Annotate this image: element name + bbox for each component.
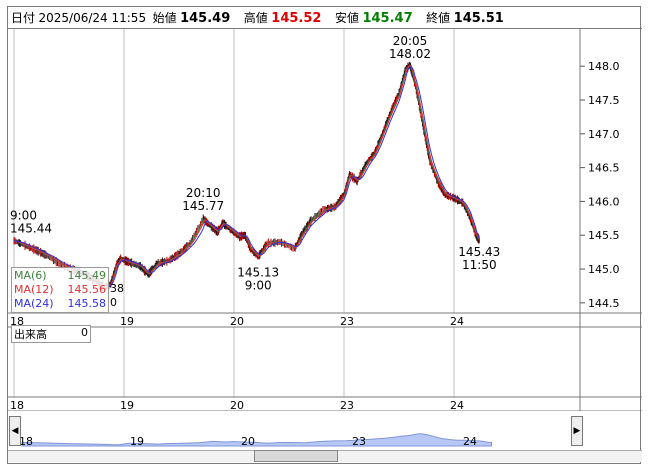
navigator-tick-label: 19 bbox=[130, 435, 144, 448]
navigator-overview[interactable]: 18 19 20 23 24 bbox=[8, 410, 642, 450]
navigator-tick-label: 20 bbox=[241, 435, 255, 448]
y-tick-label: 145.0 bbox=[588, 263, 620, 276]
navigator-tick-label: 24 bbox=[463, 435, 477, 448]
close-value: 145.51 bbox=[453, 11, 504, 26]
y-tick-label: 146.5 bbox=[588, 162, 620, 175]
volume-label: 出来高 bbox=[14, 328, 47, 341]
legend-label: MA(24) bbox=[14, 297, 54, 310]
y-tick-label: 145.5 bbox=[588, 229, 620, 242]
annotation-value: 145.44 bbox=[10, 221, 52, 235]
chart-frame: 日付 2025/06/24 11:55 始値 145.49 高値 145.52 … bbox=[7, 6, 642, 464]
ma-legend: MA(6) 145.49 MA(12) 145.56 MA(24) 145.58 bbox=[11, 267, 109, 313]
y-tick-label: 147.0 bbox=[588, 128, 620, 141]
annotation-time: 20:05 bbox=[393, 34, 428, 48]
date-label: 日付 bbox=[11, 11, 36, 25]
annotation-value: 148.02 bbox=[389, 47, 431, 61]
annotation-value: 145.77 bbox=[182, 199, 224, 213]
navigator-tick-label: 18 bbox=[19, 435, 33, 448]
x-tick-label: 20 bbox=[230, 315, 244, 328]
legend-row-ma12: MA(12) 145.56 bbox=[14, 283, 106, 297]
scrollbar-thumb[interactable] bbox=[254, 450, 338, 462]
scroll-left-button[interactable]: ◀ bbox=[9, 416, 21, 446]
scroll-right-button[interactable]: ▶ bbox=[571, 416, 583, 446]
high-label: 高値 bbox=[243, 11, 268, 25]
ohlc-header: 日付 2025/06/24 11:55 始値 145.49 高値 145.52 … bbox=[8, 7, 642, 29]
x-tick-label: 23 bbox=[340, 315, 354, 328]
annotation-value: 145.43 bbox=[458, 245, 500, 259]
price-chart[interactable]: 9:00145.4420:10145.77145.139:0020:05148.… bbox=[8, 29, 642, 412]
y-tick-label: 148.0 bbox=[588, 60, 620, 73]
volume-value: 0 bbox=[81, 326, 88, 339]
annotation-time: 20:10 bbox=[186, 186, 221, 200]
volume-label-box: 出来高 0 bbox=[11, 325, 91, 343]
legend-value: 145.49 bbox=[67, 269, 107, 282]
legend-label: MA(6) bbox=[14, 269, 47, 282]
annotation-time: 9:00 bbox=[245, 278, 272, 292]
y-tick-label: 146.0 bbox=[588, 195, 620, 208]
open-value: 145.49 bbox=[180, 11, 231, 26]
y-axis: 148.0 147.5 147.0 146.5 146.0 145.5 145.0 144.5 bbox=[580, 60, 620, 310]
datetime-value: 2025/06/24 11:55 bbox=[38, 11, 147, 25]
navigator-area bbox=[21, 433, 492, 447]
x-tick-label: 19 bbox=[120, 315, 134, 328]
y-tick-label: 147.5 bbox=[588, 94, 620, 107]
low-value: 145.47 bbox=[362, 11, 413, 26]
y-tick-label: 144.5 bbox=[588, 297, 620, 310]
legend-label: MA(12) bbox=[14, 283, 54, 296]
chart-canvas[interactable]: 9:00 145.44 20:10 145.77 145.13 9:00 20:05 148.… bbox=[8, 29, 642, 414]
annotation-value: 145.13 bbox=[237, 265, 279, 279]
legend-overflow-bottom: 0 bbox=[110, 296, 117, 309]
legend-overflow-top: 38 bbox=[110, 282, 124, 295]
annotation-time: 9:00 bbox=[10, 208, 37, 222]
high-value: 145.52 bbox=[271, 11, 322, 26]
plot-background bbox=[8, 29, 580, 411]
legend-value: 145.56 bbox=[67, 283, 107, 296]
legend-value: 145.58 bbox=[67, 297, 107, 310]
legend-row-ma6: MA(6) 145.49 bbox=[14, 269, 106, 283]
annotation-time: 11:50 bbox=[462, 258, 497, 272]
x-tick-label: 24 bbox=[450, 315, 464, 328]
legend-row-ma24: MA(24) 145.58 bbox=[14, 297, 106, 311]
navigator-tick-label: 23 bbox=[352, 435, 366, 448]
open-label: 始値 bbox=[152, 11, 177, 25]
close-label: 終値 bbox=[426, 11, 451, 25]
low-label: 安値 bbox=[334, 11, 359, 25]
navigator[interactable]: 18 19 20 23 24 ◀ ▶ bbox=[8, 410, 642, 464]
